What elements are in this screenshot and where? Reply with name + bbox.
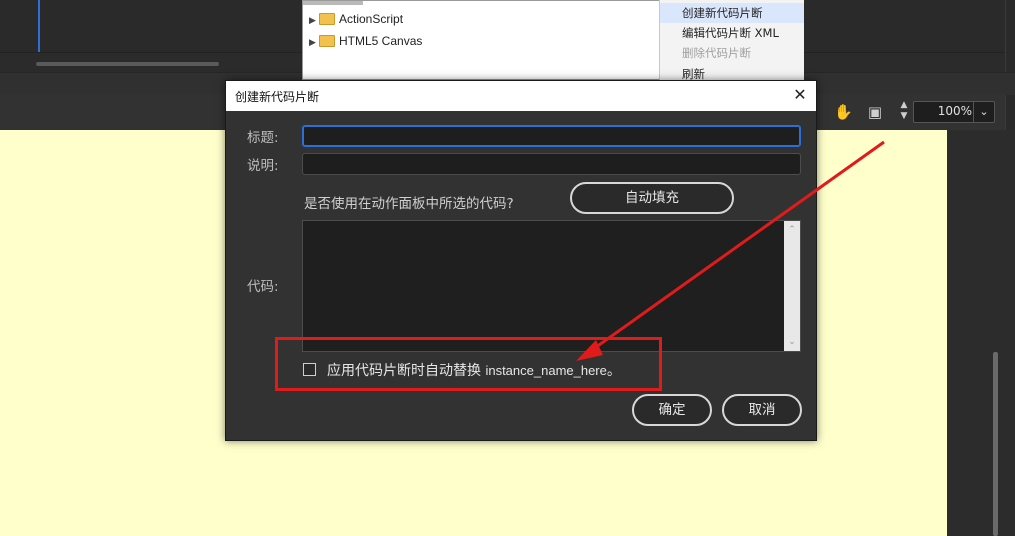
dialog-titlebar[interactable]: 创建新代码片断 ✕ [226,81,816,111]
zoom-value[interactable]: 100% [918,104,972,118]
menu-item-edit-xml[interactable]: 编辑代码片断 XML [660,23,804,43]
folder-icon [319,12,335,25]
pasteboard-right [947,130,1015,536]
scroll-down-icon[interactable]: ⌄ [784,335,800,349]
autofill-button[interactable]: 自动填充 [570,182,734,214]
description-input[interactable] [302,153,801,175]
code-textarea[interactable]: ⌃ ⌄ [302,220,801,352]
horizontal-scroll-thumb[interactable] [36,62,219,66]
annotation-highlight-box [275,337,662,391]
title-label: 标题: [247,130,279,146]
cancel-button[interactable]: 取消 [722,394,802,426]
tree-item-html5-canvas[interactable]: ▶ HTML5 Canvas [309,31,422,51]
close-icon[interactable]: ✕ [790,85,810,105]
tree-item-actionscript[interactable]: ▶ ActionScript [309,9,403,29]
tree-item-label: ActionScript [339,12,404,26]
panel-toolbar-strip [303,1,363,5]
vertical-scroll-thumb[interactable] [993,352,998,536]
context-menu: 创建新代码片断 编辑代码片断 XML 删除代码片断 刷新 [659,0,804,81]
playhead-line[interactable] [38,0,40,52]
title-input[interactable] [302,125,801,147]
code-snippets-panel: ▶ ActionScript ▶ HTML5 Canvas 创建新代码片断 编辑代码… [302,0,804,81]
tree-item-label: HTML5 Canvas [339,34,423,48]
code-label: 代码: [247,279,279,295]
stepper-icon[interactable]: ▲ ▼ [897,100,911,124]
clip-icon[interactable]: ▣ [866,103,884,121]
code-scrollbar[interactable]: ⌃ ⌄ [784,221,800,351]
dropdown-icon[interactable]: ⌄ [973,102,994,122]
dialog-title: 创建新代码片断 [235,90,320,104]
description-label: 说明: [247,158,279,174]
menu-item-delete-snippet: 删除代码片断 [682,46,751,60]
timeline-vertical-scrollbar[interactable] [1005,0,1015,130]
use-selected-code-question: 是否使用在动作面板中所选的代码? [304,196,514,212]
folder-icon [319,34,335,47]
zoom-control[interactable]: 100% ⌄ [913,101,995,123]
ok-button[interactable]: 确定 [632,394,712,426]
menu-item-create-snippet[interactable]: 创建新代码片断 [660,3,804,23]
expand-arrow-icon[interactable]: ▶ [309,10,319,30]
scroll-up-icon[interactable]: ⌃ [784,223,800,237]
expand-arrow-icon[interactable]: ▶ [309,32,319,52]
hand-icon[interactable]: ✋ [834,103,853,121]
